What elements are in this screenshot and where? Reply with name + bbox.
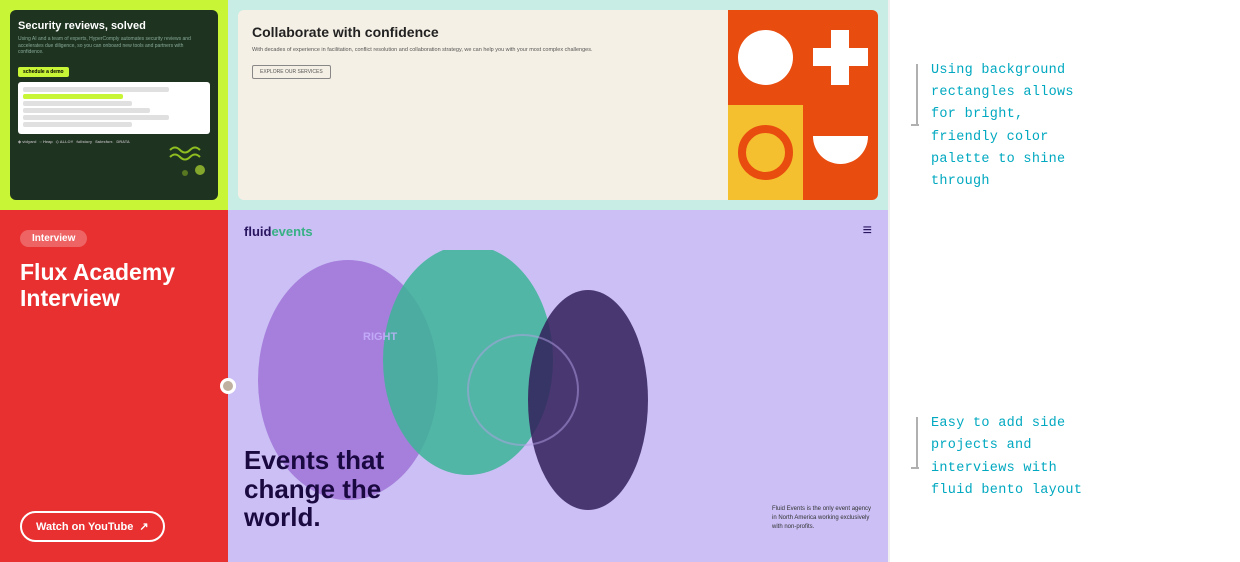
annotation-bottom-line2: projects and bbox=[931, 438, 1032, 453]
fluid-heading: Events that change the world. bbox=[244, 446, 384, 532]
annotation-top-line4: friendly color bbox=[931, 130, 1049, 145]
connector-line-vertical-top bbox=[916, 64, 918, 124]
logo-fullstory: fullstory bbox=[76, 139, 92, 144]
connector-line-bottom bbox=[914, 413, 919, 469]
annotation-bottom-group: Easy to add side projects and interviews… bbox=[914, 413, 1216, 502]
collaborate-cta-button[interactable]: EXPLORE OUR SERVICES bbox=[252, 65, 331, 79]
annotation-text-bottom: Easy to add side projects and interviews… bbox=[931, 413, 1082, 502]
collaborate-text: Collaborate with confidence With decades… bbox=[238, 10, 728, 200]
fluid-heading-line2: change the bbox=[244, 475, 384, 504]
fluid-logo-first: fluid bbox=[244, 224, 271, 239]
logo-salesforce: Salesforr. bbox=[95, 139, 113, 144]
security-inner: Security reviews, solved Using AI and a … bbox=[10, 10, 218, 200]
interview-title: Flux Academy Interview bbox=[20, 259, 208, 499]
fluid-description: Fluid Events is the only event agency in… bbox=[772, 505, 872, 532]
fluid-heading-line3: world. bbox=[244, 503, 384, 532]
annotation-bottom-line1: Easy to add side bbox=[931, 416, 1065, 431]
card-security: Security reviews, solved Using AI and a … bbox=[0, 0, 228, 210]
watch-youtube-button[interactable]: Watch on YouTube ↗ bbox=[20, 511, 165, 542]
fluid-inner: fluidevents ≡ RIGHT bbox=[228, 210, 888, 562]
dashboard-row-4 bbox=[23, 108, 150, 113]
collaborate-desc: With decades of experience in facilitati… bbox=[252, 47, 714, 55]
logo-heap: ○ Heap bbox=[39, 139, 52, 144]
fluid-logo-second: events bbox=[271, 224, 312, 239]
logos-bar: ◆ vidyard ○ Heap ◇ ALLOY fullstory Sales… bbox=[18, 139, 210, 144]
hamburger-icon[interactable]: ≡ bbox=[863, 222, 872, 240]
fluid-heading-line1: Events that bbox=[244, 446, 384, 475]
white-circle-shape bbox=[738, 30, 793, 85]
interview-badge: Interview bbox=[20, 230, 87, 247]
logo-alloy: ◇ ALLOY bbox=[56, 139, 74, 144]
card-collaborate: Collaborate with confidence With decades… bbox=[228, 0, 888, 210]
shape-top-left bbox=[728, 10, 803, 105]
annotation-top-line1: Using background bbox=[931, 63, 1065, 78]
spacer bbox=[914, 313, 1216, 353]
connector-tick-top bbox=[911, 124, 919, 126]
page-container: Security reviews, solved Using AI and a … bbox=[0, 0, 1240, 562]
shape-bottom-left bbox=[728, 105, 803, 200]
dashboard-row-5 bbox=[23, 115, 169, 120]
security-title: Security reviews, solved bbox=[18, 20, 210, 33]
card-fluid-events: fluidevents ≡ RIGHT bbox=[228, 210, 888, 562]
annotation-text-top: Using background rectangles allows for b… bbox=[931, 60, 1074, 194]
shape-bottom-right bbox=[803, 105, 878, 200]
logo-drata: DRATA bbox=[116, 139, 129, 144]
sun-shape bbox=[738, 125, 793, 180]
annotation-bottom-line3: interviews with bbox=[931, 461, 1057, 476]
connector-line-top bbox=[914, 60, 919, 126]
fluid-logo: fluidevents bbox=[244, 224, 313, 239]
connector-tick-bottom bbox=[911, 467, 919, 469]
logo-vidyard: ◆ vidyard bbox=[18, 139, 36, 144]
collaborate-inner: Collaborate with confidence With decades… bbox=[238, 10, 878, 200]
watch-youtube-arrow: ↗ bbox=[139, 520, 148, 533]
squiggle-decoration bbox=[165, 145, 210, 185]
security-desc: Using AI and a team of experts, HyperCom… bbox=[18, 36, 210, 56]
annotation-top-line3: for bright, bbox=[931, 107, 1023, 122]
annotations-panel: Using background rectangles allows for b… bbox=[890, 0, 1240, 562]
annotation-bottom-line4: fluid bento layout bbox=[931, 483, 1082, 498]
dashboard-row-6 bbox=[23, 122, 132, 127]
watch-youtube-label: Watch on YouTube bbox=[36, 521, 133, 533]
collaborate-title: Collaborate with confidence bbox=[252, 24, 714, 41]
annotation-top-line5: palette to shine bbox=[931, 152, 1065, 167]
card-interview: Interview Flux Academy Interview Watch o… bbox=[0, 210, 228, 562]
annotation-top-line6: through bbox=[931, 174, 990, 189]
svg-text:RIGHT: RIGHT bbox=[363, 331, 398, 343]
bento-grid: Security reviews, solved Using AI and a … bbox=[0, 0, 890, 562]
dashboard-row-3 bbox=[23, 101, 132, 106]
shapes-grid bbox=[728, 10, 878, 200]
connector-line-vertical-bottom bbox=[916, 417, 918, 467]
security-cta[interactable]: schedule a demo bbox=[18, 67, 69, 77]
annotation-top-group: Using background rectangles allows for b… bbox=[914, 60, 1216, 254]
shape-top-right bbox=[803, 10, 878, 105]
connector-dot-fluid bbox=[228, 378, 236, 394]
dashboard-row-2 bbox=[23, 94, 123, 99]
dashboard-row-1 bbox=[23, 87, 169, 92]
cross-shape bbox=[813, 30, 868, 85]
half-circle-shape bbox=[813, 136, 868, 164]
fluid-navbar: fluidevents ≡ bbox=[244, 222, 872, 240]
annotation-top-line2: rectangles allows bbox=[931, 85, 1074, 100]
security-dashboard bbox=[18, 82, 210, 134]
